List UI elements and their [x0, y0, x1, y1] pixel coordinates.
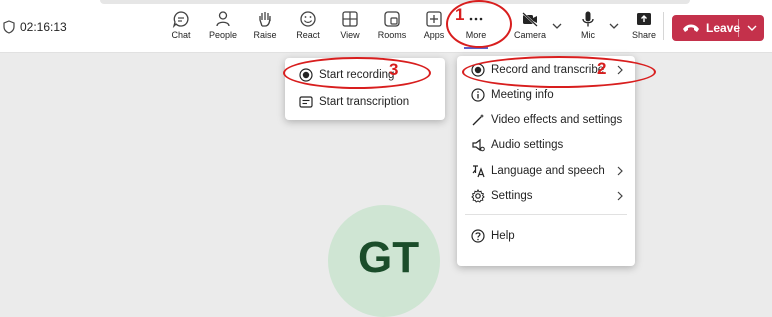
chat-icon	[172, 11, 189, 28]
leave-label: Leave	[706, 21, 741, 35]
chat-label: Chat	[171, 30, 191, 40]
camera-label: Camera	[513, 30, 546, 40]
hang-up-icon	[683, 24, 699, 32]
chevron-right-icon	[617, 191, 623, 201]
camera-options-chevron-icon[interactable]	[551, 20, 563, 32]
start-transcription-item[interactable]: Start transcription	[285, 91, 445, 113]
help-item[interactable]: Help	[457, 225, 635, 247]
info-icon	[471, 88, 485, 102]
mic-label: Mic	[581, 30, 595, 40]
view-icon	[342, 11, 358, 27]
leave-separator	[738, 19, 739, 37]
language-and-speech-label: Language and speech	[491, 165, 605, 177]
chevron-right-icon	[617, 166, 623, 176]
language-icon	[472, 165, 485, 178]
annotation-number-2: 2	[597, 59, 607, 78]
help-icon	[471, 229, 485, 243]
settings-item[interactable]: Settings	[457, 185, 635, 207]
menu-divider	[465, 214, 627, 215]
mic-options-chevron-icon[interactable]	[608, 20, 620, 32]
chat-button[interactable]: Chat	[159, 10, 203, 48]
transcription-icon	[299, 96, 313, 108]
share-icon	[637, 13, 651, 25]
mic-icon	[582, 11, 594, 27]
leave-options-chevron-icon[interactable]	[746, 22, 758, 34]
language-and-speech-item[interactable]: Language and speech	[457, 160, 635, 182]
meeting-toolbar: 02:16:13 Chat People Raise React View Ro…	[0, 0, 772, 53]
top-strip	[100, 0, 690, 4]
video-effects-label: Video effects and settings	[491, 114, 623, 126]
view-button[interactable]: View	[328, 10, 372, 48]
annotation-circle-3	[283, 57, 431, 89]
toolbar-divider	[663, 12, 664, 40]
rooms-button[interactable]: Rooms	[370, 10, 414, 48]
meeting-timer: 02:16:13	[2, 20, 67, 34]
annotation-circle-2	[462, 56, 656, 88]
apps-icon	[426, 11, 442, 27]
audio-settings-item[interactable]: Audio settings	[457, 134, 635, 156]
annotation-number-1: 1	[455, 5, 465, 24]
annotation-number-3: 3	[389, 60, 399, 79]
meeting-info-label: Meeting info	[491, 89, 554, 101]
people-label: People	[208, 30, 238, 40]
react-button[interactable]: React	[286, 10, 330, 48]
timer-text: 02:16:13	[20, 20, 67, 34]
camera-button[interactable]: Camera	[508, 10, 552, 48]
share-label: Share	[631, 30, 657, 40]
camera-off-icon	[522, 12, 538, 27]
audio-settings-icon	[472, 138, 485, 152]
settings-label: Settings	[491, 190, 533, 202]
video-effects-icon	[472, 114, 484, 126]
raise-hand-button[interactable]: Raise	[243, 10, 287, 48]
audio-settings-label: Audio settings	[491, 139, 564, 151]
react-icon	[300, 11, 316, 27]
share-button[interactable]: Share	[622, 10, 666, 48]
participant-avatar: GT	[328, 205, 440, 317]
mic-button[interactable]: Mic	[566, 10, 610, 48]
gear-icon	[471, 189, 485, 203]
help-label: Help	[491, 230, 515, 242]
leave-button[interactable]: Leave	[672, 15, 764, 41]
rooms-label: Rooms	[377, 30, 407, 40]
video-effects-item[interactable]: Video effects and settings	[457, 109, 635, 131]
people-icon	[216, 11, 230, 27]
rooms-icon	[384, 11, 400, 27]
react-label: React	[296, 30, 320, 40]
raise-label: Raise	[253, 30, 277, 40]
view-label: View	[340, 30, 360, 40]
people-button[interactable]: People	[201, 10, 245, 48]
avatar-initials: GT	[358, 233, 420, 282]
start-transcription-label: Start transcription	[319, 96, 410, 108]
raise-hand-icon	[259, 12, 271, 27]
shield-icon	[3, 20, 15, 34]
